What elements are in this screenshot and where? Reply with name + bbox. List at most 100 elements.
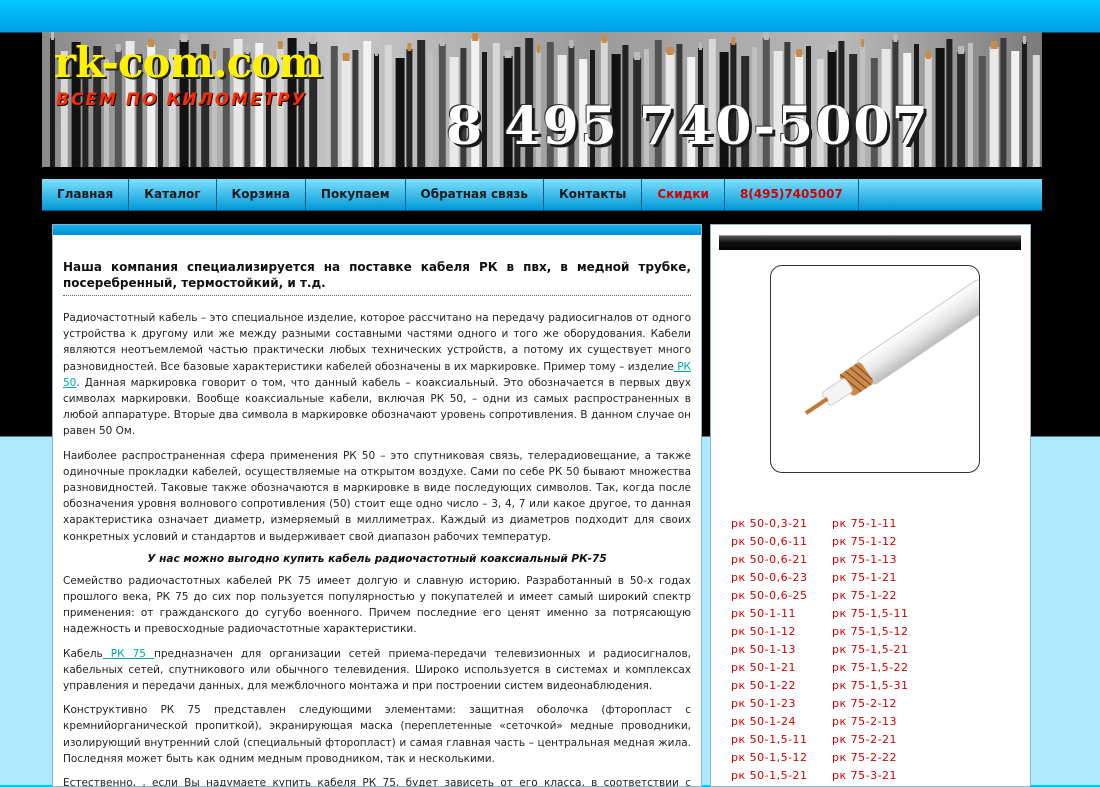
cable-strand <box>352 50 359 167</box>
product-link[interactable]: рк 75-2-22 <box>832 749 952 767</box>
cable-core <box>861 39 864 47</box>
cable-strand <box>341 59 351 167</box>
nav-item-5[interactable]: Контакты <box>544 179 643 210</box>
product-link[interactable]: рк 50-0,6-21 <box>731 551 832 569</box>
product-link[interactable]: рк 75-3-21 <box>832 767 952 785</box>
nav-item-6[interactable]: Скидки <box>642 179 725 210</box>
cable-core <box>537 45 540 53</box>
cable-core <box>375 48 378 56</box>
cable-strand <box>978 56 986 167</box>
cable-core <box>634 52 641 60</box>
main-content: Наша компания специализируется на постав… <box>52 224 702 787</box>
cable-strand <box>989 47 999 167</box>
product-link[interactable]: рк 50-1-22 <box>731 677 832 695</box>
cable-core <box>925 51 931 59</box>
cable-core <box>828 44 836 52</box>
cable-core <box>666 47 674 55</box>
product-link[interactable]: рк 50-0,6-23 <box>731 569 832 587</box>
product-link[interactable]: рк 75-1,5-11 <box>832 605 952 623</box>
cable-strand <box>363 41 372 167</box>
nav-item-3[interactable]: Покупаем <box>306 179 406 210</box>
cable-strand <box>968 43 973 167</box>
paragraph-rk75-purpose: Кабель РК 75 предназначен для организаци… <box>63 646 691 695</box>
product-link[interactable]: рк 50-0,6-11 <box>731 533 832 551</box>
product-link[interactable]: рк 50-1,5-12 <box>731 749 832 767</box>
page-wrapper: rk-com.com ВСЕМ ПО КИЛОМЕТРУ 8 495 740-5… <box>42 32 1042 167</box>
product-link[interactable]: рк 75-2-12 <box>832 695 952 713</box>
main-navigation: Главная Каталог Корзина Покупаем Обратная св… <box>42 179 1042 211</box>
nav-item-0[interactable]: Главная <box>42 179 130 210</box>
site-slogan: ВСЕМ ПО КИЛОМЕТРУ <box>56 90 307 110</box>
text: Кабель <box>63 647 103 660</box>
product-link[interactable]: рк 50-0,6-25 <box>731 587 832 605</box>
cable-core <box>601 35 607 43</box>
coaxial-cable-icon <box>804 279 979 415</box>
cable-core <box>699 42 702 50</box>
product-link[interactable]: рк 50-1-24 <box>731 713 832 731</box>
product-link[interactable]: рк 75-1-11 <box>832 515 952 533</box>
cable-strand <box>374 54 379 167</box>
product-link[interactable]: рк 75-1,5-22 <box>832 659 952 677</box>
cable-core <box>439 38 445 46</box>
cable-core <box>342 53 350 61</box>
product-link[interactable]: рк 75-1-12 <box>832 533 952 551</box>
product-link[interactable]: рк 50-1-21 <box>731 659 832 677</box>
product-link[interactable]: рк 75-1,5-21 <box>832 641 952 659</box>
page-heading: Наша компания специализируется на постав… <box>63 259 691 296</box>
nav-item-2[interactable]: Корзина <box>217 179 306 210</box>
product-link[interactable]: рк 50-1-13 <box>731 641 832 659</box>
nav-item-1[interactable]: Каталог <box>129 179 217 210</box>
product-link[interactable]: рк 75-1,5-31 <box>832 677 952 695</box>
product-link[interactable]: рк 50-1-23 <box>731 695 832 713</box>
cable-strand <box>330 46 338 167</box>
sidebar-header-bar <box>719 235 1021 250</box>
cable-strand <box>935 48 945 167</box>
nav-item-4[interactable]: Обратная связь <box>406 179 544 210</box>
cable-core <box>893 34 898 42</box>
product-link[interactable]: рк 75-1-21 <box>832 569 952 587</box>
product-links-list: рк 50-0,3-21 рк 75-1-11 рк 50-0,6-11 рк 75-… <box>731 515 1021 785</box>
site-logo[interactable]: rk-com.com <box>54 38 323 87</box>
cable-core <box>796 49 803 57</box>
cable-core <box>731 37 736 45</box>
text: Радиочастотный кабель – это специальное … <box>63 312 691 373</box>
product-link[interactable]: рк 75-2-13 <box>832 713 952 731</box>
cable-core <box>958 46 965 54</box>
product-image-frame[interactable] <box>770 265 980 473</box>
product-link[interactable]: рк 50-1,5-21 <box>731 767 832 785</box>
paragraph-rk50-usage: Наиболее распространенная сфера применен… <box>63 449 691 543</box>
cable-strand <box>946 39 953 167</box>
cable-strand <box>1011 51 1020 167</box>
cable-strand <box>1032 55 1040 167</box>
paragraph-rk75-history: Семейство радиочастотных кабелей РК 75 и… <box>63 574 691 636</box>
cable-strand <box>395 58 405 167</box>
product-link[interactable]: рк 50-1,5-11 <box>731 731 832 749</box>
cable-core <box>990 41 998 49</box>
cable-core <box>504 50 512 58</box>
header-banner: rk-com.com ВСЕМ ПО КИЛОМЕТРУ 8 495 740-5… <box>42 32 1042 167</box>
product-link[interactable]: рк 75-2-21 <box>832 731 952 749</box>
paragraph-rk50-intro: Радиочастотный кабель – это специальное … <box>63 310 691 440</box>
cable-core <box>1023 36 1026 44</box>
emphasis-line: У нас можно выгодно купить кабель радиоч… <box>147 552 607 565</box>
cable-strand <box>1000 38 1007 167</box>
product-link[interactable]: рк 75-1-13 <box>832 551 952 569</box>
product-link[interactable]: рк 75-1-22 <box>832 587 952 605</box>
nav-item-7[interactable]: 8(495)7405007 <box>725 179 859 210</box>
sidebar: рк 50-0,3-21 рк 75-1-11 рк 50-0,6-11 рк 75-… <box>710 224 1031 787</box>
cable-strand <box>428 53 433 167</box>
cable-strand <box>406 49 413 167</box>
cable-strand <box>438 44 446 167</box>
header-phone: 8 495 740-5007 <box>446 96 930 157</box>
product-link[interactable]: рк 50-1-12 <box>731 623 832 641</box>
cable-core <box>763 32 769 40</box>
product-link[interactable]: рк 50-0,3-21 <box>731 515 832 533</box>
product-link[interactable]: рк 50-1-11 <box>731 605 832 623</box>
product-link[interactable]: рк 75-1,5-12 <box>832 623 952 641</box>
cable-core <box>472 33 479 41</box>
cable-strand <box>384 45 392 167</box>
cable-strand <box>957 52 966 167</box>
paragraph-rk75-price: Естественно, , если Вы надумаете купить … <box>63 777 691 787</box>
cable-core <box>407 43 412 51</box>
link-rk75[interactable]: РК 75 <box>103 648 154 660</box>
